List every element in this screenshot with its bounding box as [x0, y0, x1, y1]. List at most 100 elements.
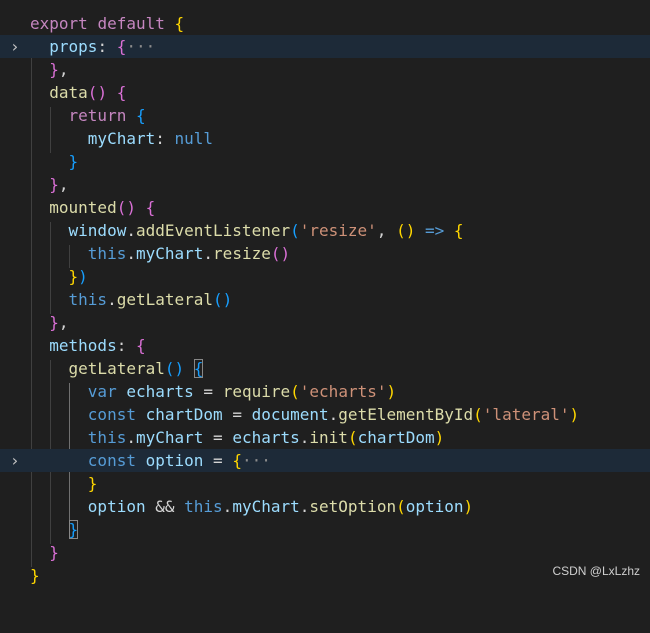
code-token: option [87, 497, 146, 516]
code-token: return [68, 106, 127, 125]
code-line[interactable]: }, [0, 58, 650, 81]
code-line[interactable]: mounted() { [0, 196, 650, 219]
code-line[interactable]: option && this.myChart.setOption(option) [0, 495, 650, 518]
code-token: . [299, 428, 310, 447]
code-token: echarts [232, 428, 300, 447]
code-token: mounted [49, 198, 117, 217]
code-token: { [174, 14, 185, 33]
code-token: this [68, 290, 108, 309]
code-token: 'echarts' [299, 382, 387, 401]
code-token: ) [434, 428, 445, 447]
code-token: ( [164, 359, 175, 378]
code-token: } [30, 566, 40, 585]
code-line[interactable]: window.addEventListener('resize', () => … [0, 219, 650, 242]
code-line[interactable]: } [0, 150, 650, 173]
code-token: . [126, 244, 136, 263]
code-token: var [87, 382, 117, 401]
code-token: const [87, 451, 136, 470]
code-token: ) [405, 221, 416, 240]
code-token: const [87, 405, 136, 424]
code-line[interactable]: }, [0, 311, 650, 334]
code-line[interactable]: } [0, 518, 650, 541]
code-line[interactable]: var echarts = require('echarts') [0, 380, 650, 403]
code-token: , [376, 221, 387, 240]
code-token: echarts [126, 382, 194, 401]
code-token: methods [49, 336, 117, 355]
code-editor[interactable]: export default { › props: {··· }, data()… [0, 0, 650, 586]
code-token-matched-bracket: { [193, 359, 204, 378]
code-line[interactable]: this.myChart = echarts.init(chartDom) [0, 426, 650, 449]
code-token: ) [97, 83, 108, 102]
code-line[interactable]: getLateral() { [0, 357, 650, 380]
code-token: setOption [309, 497, 397, 516]
code-token: ) [569, 405, 580, 424]
code-token: 'resize' [299, 221, 377, 240]
code-line[interactable]: }) [0, 265, 650, 288]
code-token: { [135, 106, 146, 125]
code-token: : [116, 336, 127, 355]
code-token: ) [222, 290, 233, 309]
code-line[interactable]: export default { [0, 12, 650, 35]
code-token: init [309, 428, 348, 447]
code-line[interactable]: } [0, 541, 650, 564]
code-token: require [222, 382, 291, 401]
code-token: export [30, 14, 88, 33]
code-token: option [405, 497, 464, 516]
code-token: resize [213, 244, 271, 263]
code-token: { [135, 336, 146, 355]
code-line[interactable]: const chartDom = document.getElementById… [0, 403, 650, 426]
code-token: && [155, 497, 175, 516]
code-line-folded[interactable]: › const option = {··· [0, 449, 650, 472]
code-token: = [213, 428, 223, 447]
code-token: myChart [232, 497, 300, 516]
code-token: { [453, 221, 464, 240]
code-token: window [68, 221, 127, 240]
fold-ellipsis[interactable]: ··· [242, 451, 271, 470]
code-token: } [49, 175, 59, 194]
code-token: ( [396, 221, 406, 240]
code-token: , [58, 60, 69, 79]
code-token: default [97, 14, 165, 33]
code-line[interactable]: }, [0, 173, 650, 196]
code-line[interactable]: return { [0, 104, 650, 127]
fold-ellipsis[interactable]: ··· [126, 37, 155, 56]
code-token: ) [386, 382, 397, 401]
code-token: addEventListener [135, 221, 291, 240]
code-token-matched-bracket: } [68, 520, 79, 539]
code-token: data [49, 83, 88, 102]
code-token: document [251, 405, 329, 424]
code-token: { [145, 198, 156, 217]
code-token: , [58, 313, 69, 332]
code-token: , [58, 175, 69, 194]
code-token: ( [347, 428, 358, 447]
code-token: = [232, 405, 242, 424]
code-line[interactable]: methods: { [0, 334, 650, 357]
code-line[interactable]: } [0, 472, 650, 495]
code-token: ) [463, 497, 474, 516]
code-token: : [155, 129, 165, 148]
chevron-right-icon[interactable]: › [8, 35, 22, 58]
code-token: } [49, 543, 59, 562]
code-token: null [174, 129, 214, 148]
code-line-folded[interactable]: › props: {··· [0, 35, 650, 58]
chevron-right-icon[interactable]: › [8, 449, 22, 472]
code-line[interactable]: myChart: null [0, 127, 650, 150]
code-token: ( [290, 221, 300, 240]
code-token: } [49, 313, 59, 332]
watermark: CSDN @LxLzhz [552, 564, 640, 578]
code-token: ( [396, 497, 406, 516]
code-token: getLateral [116, 290, 214, 309]
code-token: getLateral [68, 359, 165, 378]
code-token: = [203, 382, 214, 401]
code-token: } [68, 152, 79, 171]
code-token: ( [473, 405, 483, 424]
code-token: } [87, 474, 98, 493]
code-line[interactable]: data() { [0, 81, 650, 104]
code-line[interactable]: this.myChart.resize() [0, 242, 650, 265]
code-line[interactable]: this.getLateral() [0, 288, 650, 311]
code-token: . [126, 221, 136, 240]
code-token: ( [87, 83, 98, 102]
code-token: . [203, 244, 214, 263]
code-token: ( [290, 382, 300, 401]
code-token: => [425, 221, 445, 240]
